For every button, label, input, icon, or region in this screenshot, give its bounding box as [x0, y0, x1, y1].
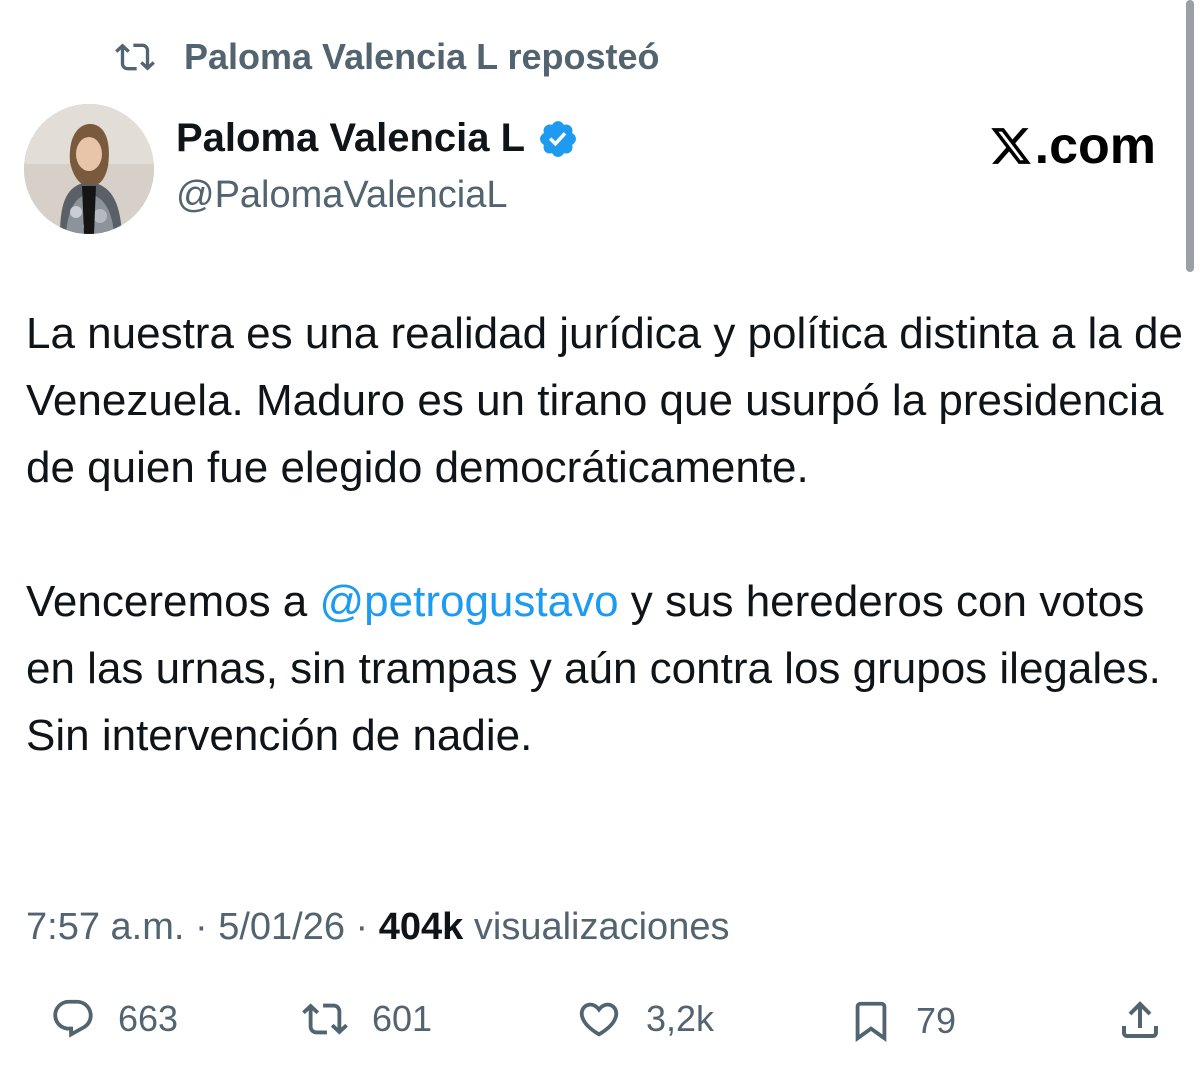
tweet-text: La nuestra es una realidad jurídica y po…	[26, 300, 1186, 769]
verified-badge-icon	[540, 120, 576, 157]
author-handle[interactable]: @PalomaValenciaL	[176, 174, 508, 217]
repost-count: 601	[372, 998, 433, 1039]
heart-icon	[579, 1002, 619, 1037]
tweet-meta: 7:57 a.m. · 5/01/26 · 404k visualizacion…	[26, 906, 729, 949]
repost-header: Paloma Valencia L reposteó	[112, 36, 660, 78]
tweet-paragraph-2-start: Venceremos a	[26, 577, 320, 626]
meta-separator: ·	[345, 906, 379, 948]
profile-photo	[24, 104, 154, 234]
reply-button[interactable]: 663	[50, 996, 178, 1042]
reply-count: 663	[118, 998, 179, 1039]
author-name-row[interactable]: Paloma Valencia L	[176, 116, 579, 161]
action-bar: 663 601 3,2k 79	[0, 996, 1200, 1060]
like-count: 3,2k	[646, 998, 715, 1039]
repost-label: Paloma Valencia L reposteó	[184, 36, 660, 77]
views-count: 404k	[378, 906, 464, 948]
author-name[interactable]: Paloma Valencia L	[176, 116, 525, 161]
x-logo-icon	[990, 128, 1031, 164]
bookmark-icon	[855, 1001, 887, 1042]
share-button[interactable]	[1116, 996, 1186, 1044]
brand-suffix: .com	[1034, 117, 1156, 175]
repost-button[interactable]: 601	[300, 996, 432, 1042]
tweet-paragraph-2: Venceremos a @petrogustavo y sus hereder…	[26, 568, 1186, 769]
like-button[interactable]: 3,2k	[574, 996, 714, 1042]
brand-watermark: .com	[989, 116, 1156, 176]
repost-icon	[302, 1003, 348, 1035]
bookmark-button[interactable]: 79	[848, 996, 956, 1046]
bookmark-count: 79	[916, 1000, 957, 1041]
mention-link[interactable]: @petrogustavo	[320, 577, 619, 626]
tweet-paragraph-1: La nuestra es una realidad jurídica y po…	[26, 309, 1183, 492]
scrollbar[interactable]	[1186, 0, 1194, 272]
reply-icon	[53, 999, 93, 1038]
avatar[interactable]	[24, 104, 154, 234]
repost-icon	[115, 43, 155, 71]
tweet-time[interactable]: 7:57 a.m.	[26, 906, 184, 948]
tweet-date[interactable]: 5/01/26	[218, 906, 345, 948]
share-icon	[1122, 1001, 1158, 1038]
meta-separator: ·	[184, 906, 219, 948]
views-label: visualizaciones	[463, 906, 730, 948]
